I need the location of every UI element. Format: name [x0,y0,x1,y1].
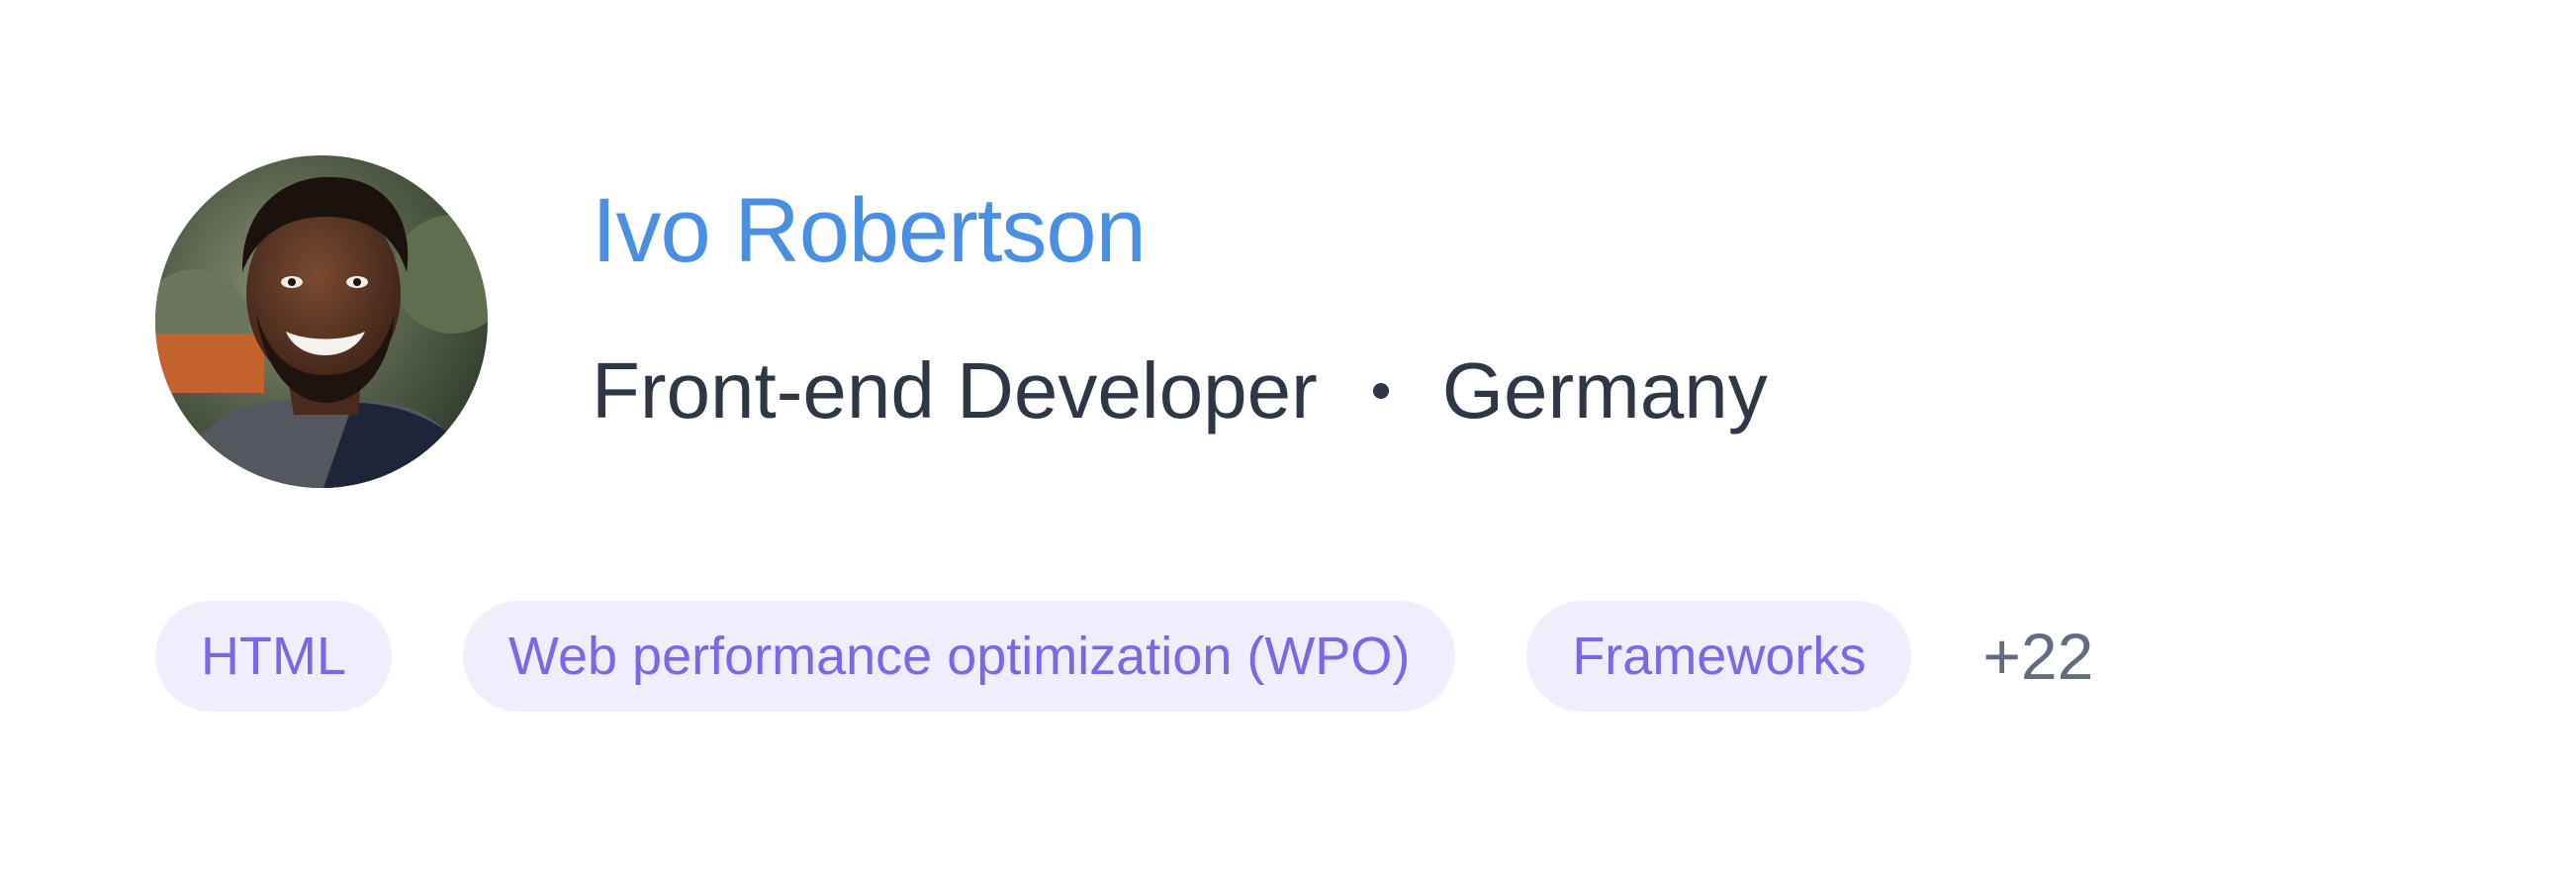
profile-role: Front-end Developer [592,346,1318,435]
avatar-photo [155,155,488,488]
profile-card: Ivo Robertson Front-end Developer German… [0,0,2576,871]
tag-frameworks[interactable]: Frameworks [1526,601,1912,712]
skill-tags: HTML Web performance optimization (WPO) … [155,601,2093,712]
profile-location: Germany [1441,346,1768,435]
tag-wpo[interactable]: Web performance optimization (WPO) [463,601,1456,712]
more-tags-count[interactable]: +22 [1982,601,2093,712]
tag-html[interactable]: HTML [155,601,392,712]
profile-subline: Front-end Developer Germany [592,337,1768,445]
avatar[interactable] [155,155,488,488]
profile-name[interactable]: Ivo Robertson [592,176,1147,285]
separator-dot [1372,383,1389,399]
